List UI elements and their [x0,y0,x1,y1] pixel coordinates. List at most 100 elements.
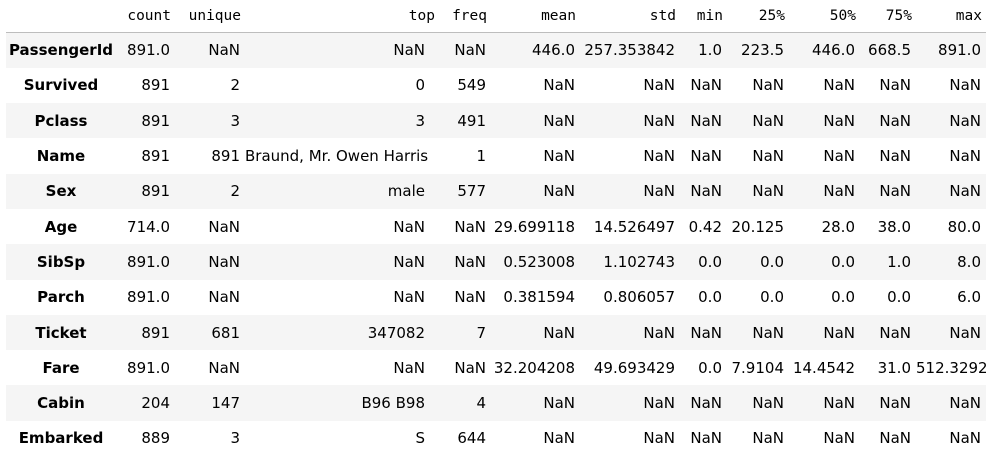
row-index-label: Survived [23,76,99,95]
cell-50pct: NaN [823,429,855,448]
cell-min: NaN [690,323,722,342]
cell-25pct: 7.9104 [731,358,785,377]
cell-std: NaN [643,182,675,201]
cell-75pct: NaN [879,394,911,413]
row-index-label: Sex [45,182,77,201]
cell-max: 80.0 [947,217,981,236]
table-row: Fare 891.0 NaN NaN NaN 32.204208 49.693429 0.0 7… [6,350,986,386]
cell-top: 347082 [367,323,425,342]
cell-75pct: NaN [879,323,911,342]
cell-freq: NaN [454,252,486,271]
cell-min: NaN [690,429,722,448]
cell-25pct: NaN [752,394,784,413]
cell-max: 6.0 [957,288,981,307]
cell-mean: 29.699118 [493,217,575,236]
cell-mean: NaN [543,323,575,342]
table-body: PassengerId 891.0 NaN NaN NaN 446.0 257.353842… [6,32,986,457]
cell-75pct: 38.0 [877,217,911,236]
cell-top: NaN [393,358,425,377]
cell-75pct: 0.0 [887,288,911,307]
cell-std: 0.806057 [603,288,675,307]
cell-mean: NaN [543,76,575,95]
cell-top: B96 B98 [361,394,425,413]
cell-std: NaN [643,429,675,448]
cell-freq: 7 [476,323,486,342]
column-header-25pct: 25% [727,0,789,33]
cell-freq: 4 [476,394,486,413]
cell-count: 891.0 [127,358,170,377]
header-row: count unique top freq mean std min 25% 5… [6,0,986,33]
cell-25pct: NaN [752,429,784,448]
cell-mean: NaN [543,111,575,130]
cell-75pct: NaN [879,111,911,130]
cell-max: 512.3292 [916,358,986,377]
cell-max: 8.0 [957,252,981,271]
cell-top: 0 [415,76,425,95]
cell-25pct: 0.0 [760,252,784,271]
cell-50pct: NaN [823,323,855,342]
cell-25pct: NaN [752,182,784,201]
table-row: PassengerId 891.0 NaN NaN NaN 446.0 257.353842… [6,32,986,68]
cell-std: NaN [643,323,675,342]
cell-max: NaN [949,323,981,342]
cell-max: NaN [949,76,981,95]
cell-count: 891.0 [127,288,170,307]
cell-max: NaN [949,429,981,448]
cell-top: Braund, Mr. Owen Harris [245,147,429,166]
cell-freq: 577 [457,182,486,201]
cell-75pct: 668.5 [868,41,911,60]
cell-count: 889 [141,429,170,448]
cell-freq: 549 [457,76,486,95]
column-header-freq: freq [439,0,491,33]
cell-min: 0.0 [698,288,722,307]
cell-unique: 891 [211,147,240,166]
column-header-max: max [916,0,986,33]
column-header-std: std [580,0,680,33]
row-index-label: PassengerId [8,41,114,60]
cell-freq: 1 [476,147,486,166]
cell-freq: NaN [454,288,486,307]
cell-count: 891.0 [127,252,170,271]
index-header [6,0,116,33]
cell-50pct: 28.0 [821,217,855,236]
cell-25pct: 223.5 [741,41,784,60]
column-header-top: top [245,0,439,33]
row-index-label: SibSp [36,252,86,271]
cell-top: NaN [393,217,425,236]
row-index-label: Fare [42,358,80,377]
cell-std: NaN [643,147,675,166]
cell-50pct: NaN [823,76,855,95]
cell-25pct: 0.0 [760,288,784,307]
cell-min: NaN [690,182,722,201]
cell-unique: 3 [230,429,240,448]
cell-75pct: NaN [879,147,911,166]
cell-25pct: NaN [752,76,784,95]
cell-freq: NaN [454,358,486,377]
cell-mean: NaN [543,394,575,413]
table-row: Parch 891.0 NaN NaN NaN 0.381594 0.806057 0.0 0.… [6,279,986,315]
cell-max: NaN [949,147,981,166]
cell-std: NaN [643,76,675,95]
cell-50pct: 0.0 [831,252,855,271]
row-index-label: Ticket [35,323,87,342]
cell-min: NaN [690,147,722,166]
table-row: Pclass 891 3 3 491 NaN NaN NaN NaN NaN NaN NaN [6,103,986,139]
table-row: Age 714.0 NaN NaN NaN 29.699118 14.526497 0.42 2… [6,208,986,245]
row-index-label: Name [36,147,86,166]
cell-min: NaN [690,394,722,413]
cell-unique: 3 [230,111,240,130]
cell-max: 891.0 [938,41,981,60]
cell-top: NaN [393,252,425,271]
cell-mean: NaN [543,429,575,448]
cell-unique: 681 [211,323,240,342]
cell-count: 891 [141,76,170,95]
cell-75pct: 1.0 [887,252,911,271]
cell-max: NaN [949,394,981,413]
cell-std: 257.353842 [584,41,675,60]
cell-50pct: NaN [823,111,855,130]
describe-dataframe-table: count unique top freq mean std min 25% 5… [6,0,986,457]
cell-min: NaN [690,76,722,95]
cell-freq: NaN [454,41,486,60]
cell-50pct: 446.0 [812,41,855,60]
cell-25pct: NaN [752,323,784,342]
